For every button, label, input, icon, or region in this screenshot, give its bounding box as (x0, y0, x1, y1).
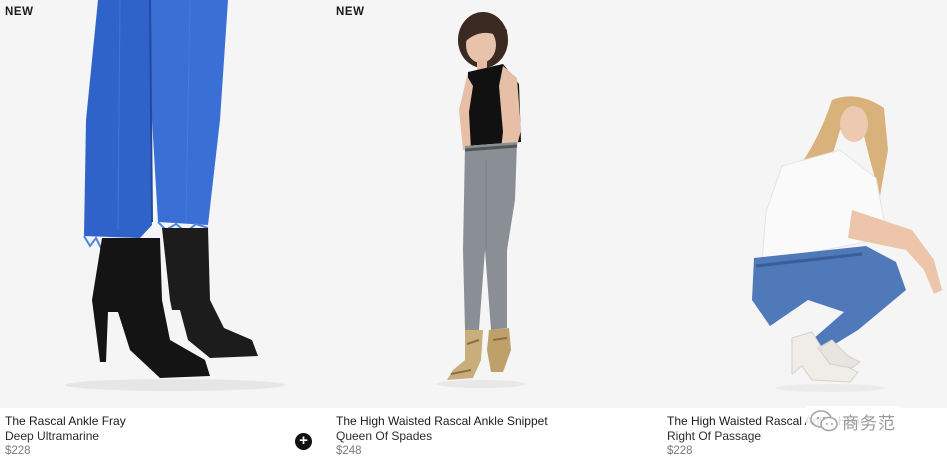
product-card[interactable]: The High Waisted Rascal Ankle Hem Right … (662, 0, 947, 461)
new-badge: NEW (336, 6, 365, 18)
product-color: Deep Ultramarine (5, 429, 100, 443)
watermark: 商务范 (806, 406, 900, 436)
product-name[interactable]: The Rascal Ankle Fray (5, 414, 323, 429)
wechat-icon (810, 410, 838, 432)
product-color: Queen Of Spades (336, 429, 433, 443)
jeans-boots-illustration (65, 0, 285, 391)
product-price: $248 (336, 445, 362, 457)
product-image[interactable]: NEW (0, 0, 331, 408)
model-standing-illustration (436, 12, 526, 388)
product-info: The Rascal Ankle Fray Deep Ultramarine $… (5, 414, 323, 459)
plus-icon: + (299, 432, 308, 449)
product-info: The High Waisted Rascal Ankle Snippet Qu… (336, 414, 654, 459)
product-card[interactable]: NEW The High Waisted Rascal Ankle Snippe… (331, 0, 662, 461)
product-image[interactable]: NEW (331, 0, 662, 408)
model-crouching-illustration (752, 96, 942, 392)
watermark-text: 商务范 (842, 413, 896, 434)
new-badge: NEW (5, 6, 34, 18)
product-image[interactable] (662, 0, 947, 408)
product-name[interactable]: The High Waisted Rascal Ankle Snippet (336, 414, 654, 429)
product-grid: NEW The Rascal Ankle Fray Deep Ultramari… (0, 0, 947, 461)
product-price: $228 (5, 445, 31, 457)
product-price: $228 (667, 445, 693, 457)
quick-add-button[interactable]: + (295, 433, 312, 450)
product-card[interactable]: NEW The Rascal Ankle Fray Deep Ultramari… (0, 0, 331, 461)
